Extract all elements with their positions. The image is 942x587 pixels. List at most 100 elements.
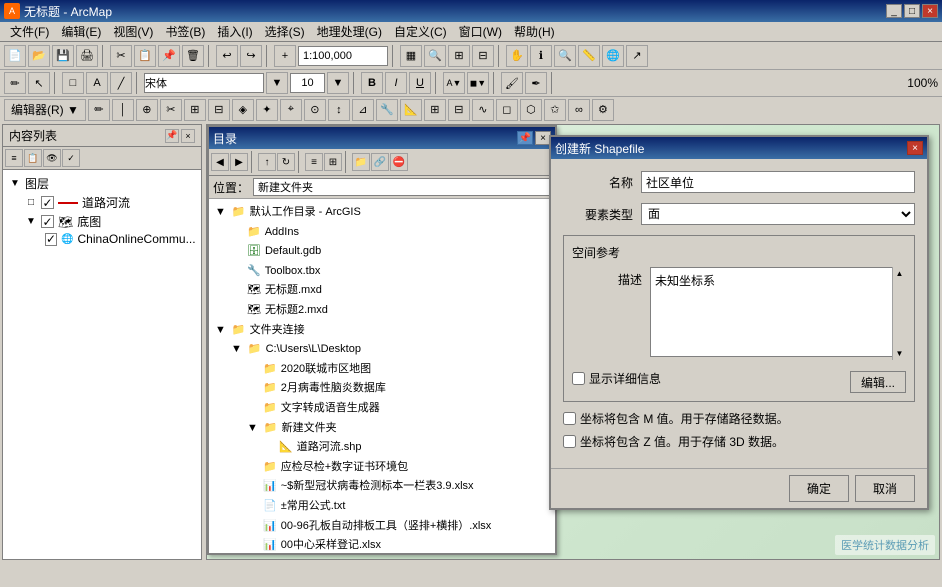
dir-arcgis-folder[interactable]: ▼ 📁 默认工作目录 - ArcGIS bbox=[213, 203, 551, 223]
menu-bookmark[interactable]: 书签(B) bbox=[159, 21, 211, 42]
editor-tool16[interactable]: ⊟ bbox=[448, 99, 470, 121]
shapefile-close-button[interactable]: × bbox=[907, 141, 923, 155]
editor-tool18[interactable]: ◻ bbox=[496, 99, 518, 121]
list-by-sel-button[interactable]: ✓ bbox=[62, 149, 80, 167]
paste-button[interactable]: 📌 bbox=[158, 45, 180, 67]
arrow-button[interactable]: ↗ bbox=[626, 45, 648, 67]
folder-conn-expand[interactable]: ▼ bbox=[215, 322, 226, 340]
print-button[interactable]: 🖨 bbox=[76, 45, 98, 67]
dir-item-cert[interactable]: 📁 应检尽检+数字证书环境包 bbox=[245, 458, 551, 478]
edit-button[interactable]: 编辑... bbox=[850, 371, 906, 393]
dir-desktop-folder[interactable]: ▼ 📁 C:\Users\L\Desktop bbox=[229, 340, 551, 360]
editor-tool9[interactable]: ⌖ bbox=[280, 99, 302, 121]
editor-tool14[interactable]: 📐 bbox=[400, 99, 422, 121]
pan-button[interactable]: ✋ bbox=[506, 45, 528, 67]
maximize-button[interactable]: □ bbox=[904, 4, 920, 18]
editor-tool11[interactable]: ↕ bbox=[328, 99, 350, 121]
editor-tool13[interactable]: 🔧 bbox=[376, 99, 398, 121]
tree-item-basemap[interactable]: ▼ ✓ 🗺 底图 bbox=[23, 212, 197, 231]
dir-shp-file[interactable]: 📐 道路河流.shp bbox=[261, 438, 551, 458]
dir-disconnect-button[interactable]: ⛔ bbox=[390, 153, 408, 171]
zoom-add-button[interactable]: + bbox=[274, 45, 296, 67]
dir-detail-button[interactable]: ⊞ bbox=[324, 153, 342, 171]
menu-customize[interactable]: 自定义(C) bbox=[388, 21, 453, 42]
editor-tool8[interactable]: ✦ bbox=[256, 99, 278, 121]
brush-button[interactable]: 🖌 bbox=[501, 72, 523, 94]
tree-item-roads[interactable]: □ ✓ 道路河流 bbox=[23, 193, 197, 212]
desc-textarea[interactable]: 未知坐标系 bbox=[650, 267, 906, 357]
editor-dropdown-button[interactable]: 编辑器(R) ▼ bbox=[4, 99, 86, 121]
bold-button[interactable]: B bbox=[361, 72, 383, 94]
redo-button[interactable]: ↪ bbox=[240, 45, 262, 67]
text-button[interactable]: A bbox=[86, 72, 108, 94]
dir-item-text[interactable]: 📁 文字转成语音生成器 bbox=[245, 399, 551, 419]
dir-connect-button[interactable]: 🔗 bbox=[371, 153, 389, 171]
roads-expand[interactable]: □ bbox=[25, 197, 37, 208]
roads-checkbox[interactable]: ✓ bbox=[41, 196, 54, 209]
editor-tool15[interactable]: ⊞ bbox=[424, 99, 446, 121]
measure-button[interactable]: 📏 bbox=[578, 45, 600, 67]
dir-item-new-folder[interactable]: ▼ 📁 新建文件夹 bbox=[245, 419, 551, 439]
panel-close-button[interactable]: × bbox=[181, 129, 195, 143]
list-by-source-button[interactable]: 📋 bbox=[24, 149, 42, 167]
desktop-expand[interactable]: ▼ bbox=[231, 341, 242, 359]
dir-item-feb[interactable]: 📁 2月病毒性脑炎数据库 bbox=[245, 379, 551, 399]
type-select[interactable]: 点 折线 面 多点 多面体 bbox=[641, 203, 915, 225]
cut-button[interactable]: ✂ bbox=[110, 45, 132, 67]
cancel-button[interactable]: 取消 bbox=[855, 475, 915, 502]
draw-button[interactable]: ✏ bbox=[4, 72, 26, 94]
tree-layers-root[interactable]: ▼ 图层 bbox=[7, 174, 197, 193]
underline-button[interactable]: U bbox=[409, 72, 431, 94]
menu-geoprocessing[interactable]: 地理处理(G) bbox=[311, 21, 388, 42]
scale-input[interactable]: 1:100,000 bbox=[298, 46, 388, 66]
dir-toolbox[interactable]: 🔧 Toolbox.tbx bbox=[229, 262, 551, 282]
ok-button[interactable]: 确定 bbox=[789, 475, 849, 502]
scroll-down-icon[interactable]: ▼ bbox=[896, 349, 904, 358]
dir-item-2020[interactable]: 📁 2020联城市区地图 bbox=[245, 360, 551, 380]
dir-list-button[interactable]: ≡ bbox=[305, 153, 323, 171]
editor-tool20[interactable]: ✩ bbox=[544, 99, 566, 121]
dir-up-button[interactable]: ↑ bbox=[258, 153, 276, 171]
dir-item-excel2[interactable]: 📊 00-96孔板自动排板工具（竖排+横排）.xlsx bbox=[245, 517, 551, 537]
close-button[interactable]: × bbox=[922, 4, 938, 18]
dir-folder-connections[interactable]: ▼ 📁 文件夹连接 bbox=[213, 321, 551, 341]
fill-button[interactable]: ◼▼ bbox=[467, 72, 489, 94]
dir-mxd2[interactable]: 🗺 无标题2.mxd bbox=[229, 301, 551, 321]
font-dropdown-button[interactable]: ▼ bbox=[266, 72, 288, 94]
zoom-layer-button[interactable]: ⊟ bbox=[472, 45, 494, 67]
editor-tool19[interactable]: ⬡ bbox=[520, 99, 542, 121]
identify-button[interactable]: ℹ bbox=[530, 45, 552, 67]
menu-select[interactable]: 选择(S) bbox=[259, 21, 311, 42]
list-by-draw-button[interactable]: ≡ bbox=[5, 149, 23, 167]
editor-tool4[interactable]: ✂ bbox=[160, 99, 182, 121]
menu-view[interactable]: 视图(V) bbox=[107, 21, 159, 42]
delete-button[interactable]: 🗑 bbox=[182, 45, 204, 67]
dir-item-excel1[interactable]: 📊 ~$新型冠状病毒检测标本一栏表3.9.xlsx bbox=[245, 477, 551, 497]
editor-tool21[interactable]: ∞ bbox=[568, 99, 590, 121]
arcgis-expand-icon[interactable]: ▼ bbox=[215, 204, 226, 222]
tree-item-china-online[interactable]: ✓ 🌐 ChinaOnlineCommu... bbox=[39, 231, 197, 247]
arrow-select-button[interactable]: ↖ bbox=[28, 72, 50, 94]
font-size-input[interactable]: 10 bbox=[290, 73, 325, 93]
new-folder-expand[interactable]: ▼ bbox=[247, 420, 258, 438]
new-button[interactable]: 📄 bbox=[4, 45, 26, 67]
zoom-full-button[interactable]: ⊞ bbox=[448, 45, 470, 67]
textarea-scrollbar[interactable]: ▲ ▼ bbox=[892, 267, 906, 360]
china-checkbox[interactable]: ✓ bbox=[45, 233, 57, 246]
grid-button[interactable]: ▦ bbox=[400, 45, 422, 67]
dir-addins[interactable]: 📁 AddIns bbox=[229, 223, 551, 243]
italic-button[interactable]: I bbox=[385, 72, 407, 94]
editor-tool22[interactable]: ⚙ bbox=[592, 99, 614, 121]
rect-button[interactable]: □ bbox=[62, 72, 84, 94]
undo-button[interactable]: ↩ bbox=[216, 45, 238, 67]
dir-default-gdb[interactable]: 🗄 Default.gdb bbox=[229, 242, 551, 262]
find-button[interactable]: 🔍 bbox=[554, 45, 576, 67]
editor-tool6[interactable]: ⊟ bbox=[208, 99, 230, 121]
menu-window[interactable]: 窗口(W) bbox=[453, 21, 508, 42]
editor-tool12[interactable]: ⊿ bbox=[352, 99, 374, 121]
zoom-button[interactable]: 🔍 bbox=[424, 45, 446, 67]
editor-tool2[interactable]: │ bbox=[112, 99, 134, 121]
menu-edit[interactable]: 编辑(E) bbox=[55, 21, 107, 42]
editor-tool7[interactable]: ◈ bbox=[232, 99, 254, 121]
m-values-checkbox[interactable] bbox=[563, 412, 576, 425]
